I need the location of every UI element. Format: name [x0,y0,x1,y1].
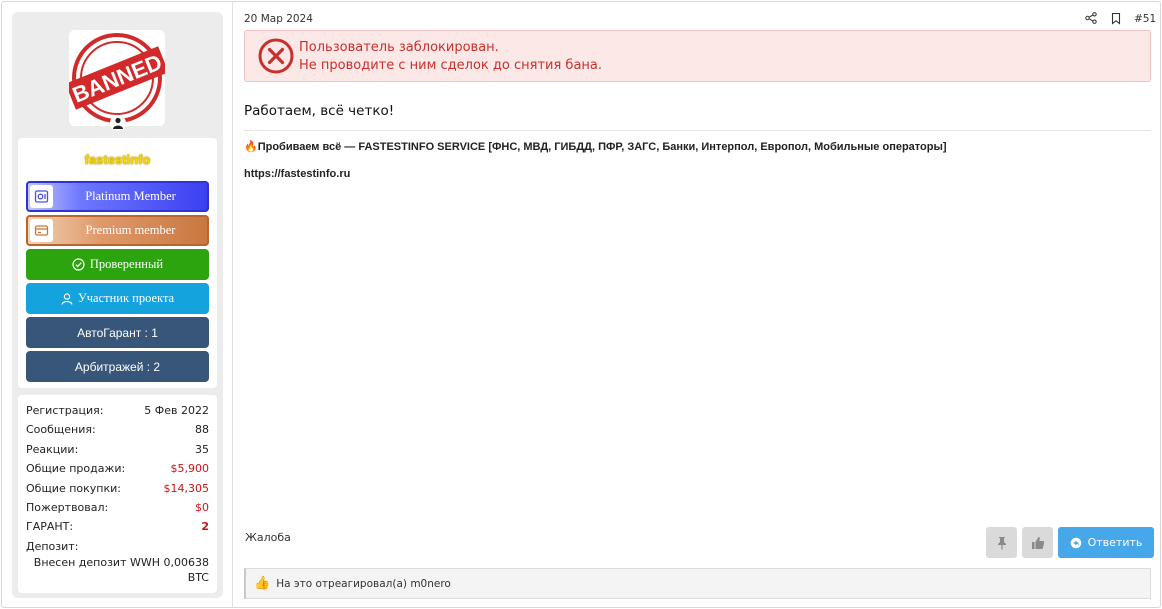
banned-stamp-avatar: BANNED [69,30,165,126]
reactions-bar[interactable]: 👍 На это отреагировал(а) m0nero [244,568,1151,599]
deposit-value: Внесен депозит WWH 0,00638 BTC [33,556,209,584]
stat-value: 2 [201,520,209,533]
signature-divider [244,130,1151,131]
ban-notice: Пользователь заблокирован. Не проводите … [244,30,1151,82]
reply-button[interactable]: Ответить [1058,527,1154,558]
signature-url[interactable]: https://fastestinfo.ru [244,168,350,180]
stat-key: Общие покупки: [26,482,121,495]
stat-value: $5,900 [170,462,210,475]
user-stats: Регистрация: 5 Фев 2022 Сообщения: 88 Ре… [18,395,217,593]
badge-platinum-label: Platinum Member [85,189,176,203]
safe-icon [30,185,53,208]
thumbs-up-icon [1031,536,1044,549]
close-circle-icon [258,38,294,77]
badge-project-member: Участник проекта [26,283,209,314]
user-card: fastestinfo Platinum Member Premium memb… [18,138,217,388]
badge-arbitration-label: Арбитражей : 2 [74,359,161,374]
thumbs-up-reaction-icon: 👍 [254,576,271,591]
pin-icon [997,536,1006,549]
forum-post: BANNED fastestinfo Platinum Member Premi… [1,1,1161,608]
bookmark-icon[interactable] [1110,12,1122,28]
reactions-text[interactable]: На это отреагировал(а) m0nero [276,578,451,590]
stat-value: 35 [195,443,209,456]
avatar[interactable]: BANNED [69,30,165,126]
user-info-column: BANNED fastestinfo Platinum Member Premi… [2,2,233,607]
credit-card-icon [30,219,53,242]
username-link[interactable]: fastestinfo [18,152,217,167]
stat-key: Регистрация: [26,404,104,417]
badge-autogarant: АвтоГарант : 1 [26,317,209,348]
ban-notice-title: Пользователь заблокирован. [299,40,499,55]
stat-key: Общие продажи: [26,462,126,475]
post-date[interactable]: 20 Мар 2024 [244,13,313,25]
stat-value: $0 [195,501,209,514]
share-icon[interactable] [1085,12,1097,27]
like-button[interactable] [1022,527,1053,558]
badge-platinum-member: Platinum Member [26,181,209,212]
badge-arbitration: Арбитражей : 2 [26,351,209,382]
report-link[interactable]: Жалоба [245,531,291,544]
badge-member-label: Участник проекта [77,291,175,305]
stat-key: Сообщения: [26,423,96,436]
reply-icon [1070,537,1081,548]
post-number-link[interactable]: #51 [1134,13,1156,25]
badge-verified-label: Проверенный [89,257,164,271]
badge-premium-member: Premium member [26,215,209,246]
user-icon [61,292,73,305]
stat-registration: Регистрация: 5 Фев 2022 [26,404,209,417]
reply-label: Ответить [1087,536,1143,549]
stat-garant: ГАРАНТ: 2 [26,520,209,533]
stat-value[interactable]: 88 [195,423,209,436]
signature: 🔥 Пробиваем всё — FASTESTINFO SERVICE [Ф… [244,140,947,154]
badge-verified: Проверенный [26,249,209,280]
signature-text: Пробиваем всё — FASTESTINFO SERVICE [ФНС… [257,140,947,153]
post-content: 20 Мар 2024 #51 Пользователь заблокирова… [234,2,1160,607]
stat-key: ГАРАНТ: [26,520,74,533]
deposit-label: Депозит: [26,540,79,553]
ban-notice-warning: Не проводите с ним сделок до снятия бана… [299,58,603,73]
fire-icon: 🔥 [244,141,258,153]
post-message: Работаем, всё четко! [244,103,395,119]
stat-value: 5 Фев 2022 [144,404,209,417]
user-status-icon [110,115,126,131]
stat-key: Реакции: [26,443,79,456]
pin-button[interactable] [986,527,1017,558]
stat-donated: Пожертвовал: $0 [26,501,209,514]
stat-key: Пожертвовал: [26,501,109,514]
check-circle-icon [72,258,85,271]
stat-value: $14,305 [163,482,210,495]
stat-total-purchases: Общие покупки: $14,305 [26,482,209,495]
badge-premium-label: Premium member [85,223,176,237]
stat-total-sales: Общие продажи: $5,900 [26,462,209,475]
badge-autogarant-label: АвтоГарант : 1 [77,325,158,340]
stat-messages: Сообщения: 88 [26,423,209,436]
stat-reactions: Реакции: 35 [26,443,209,456]
